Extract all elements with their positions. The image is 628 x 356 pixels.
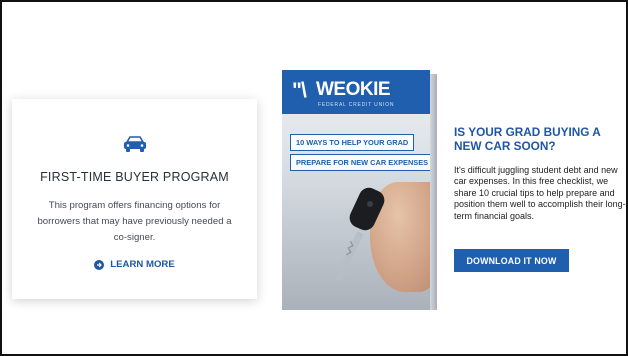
- cover-header: "\ WEOKIE FEDERAL CREDIT UNION: [282, 70, 430, 114]
- card-title: FIRST-TIME BUYER PROGRAM: [40, 170, 229, 184]
- cover-banner-line1: 10 WAYS TO HELP YOUR GRAD: [290, 134, 415, 151]
- car-key-icon: [335, 187, 385, 282]
- car-icon: [124, 136, 146, 152]
- ebook-cover-image: "\ WEOKIE FEDERAL CREDIT UNION 10 WAYS T…: [282, 70, 437, 310]
- learn-more-link[interactable]: LEARN MORE: [12, 259, 257, 270]
- weokie-logo-mark: "\: [292, 79, 307, 102]
- first-time-buyer-card: FIRST-TIME BUYER PROGRAM This program of…: [12, 99, 257, 299]
- weokie-logo-subtitle: FEDERAL CREDIT UNION: [318, 102, 395, 108]
- promo-description: It's difficult juggling student debt and…: [454, 165, 626, 221]
- card-description: This program offers financing options fo…: [37, 200, 232, 243]
- learn-more-label: LEARN MORE: [110, 259, 175, 270]
- cover-banner-line2: PREPARE FOR NEW CAR EXPENSES: [290, 154, 430, 171]
- page-frame: FIRST-TIME BUYER PROGRAM This program of…: [0, 0, 628, 356]
- promo-title: IS YOUR GRAD BUYING A NEW CAR SOON?: [454, 125, 601, 153]
- book-cover: "\ WEOKIE FEDERAL CREDIT UNION 10 WAYS T…: [282, 70, 430, 310]
- book-spine: [429, 74, 437, 310]
- arrow-right-circle-icon: [94, 259, 105, 270]
- weokie-logo-text: WEOKIE: [316, 79, 391, 100]
- download-button[interactable]: DOWNLOAD IT NOW: [454, 249, 569, 272]
